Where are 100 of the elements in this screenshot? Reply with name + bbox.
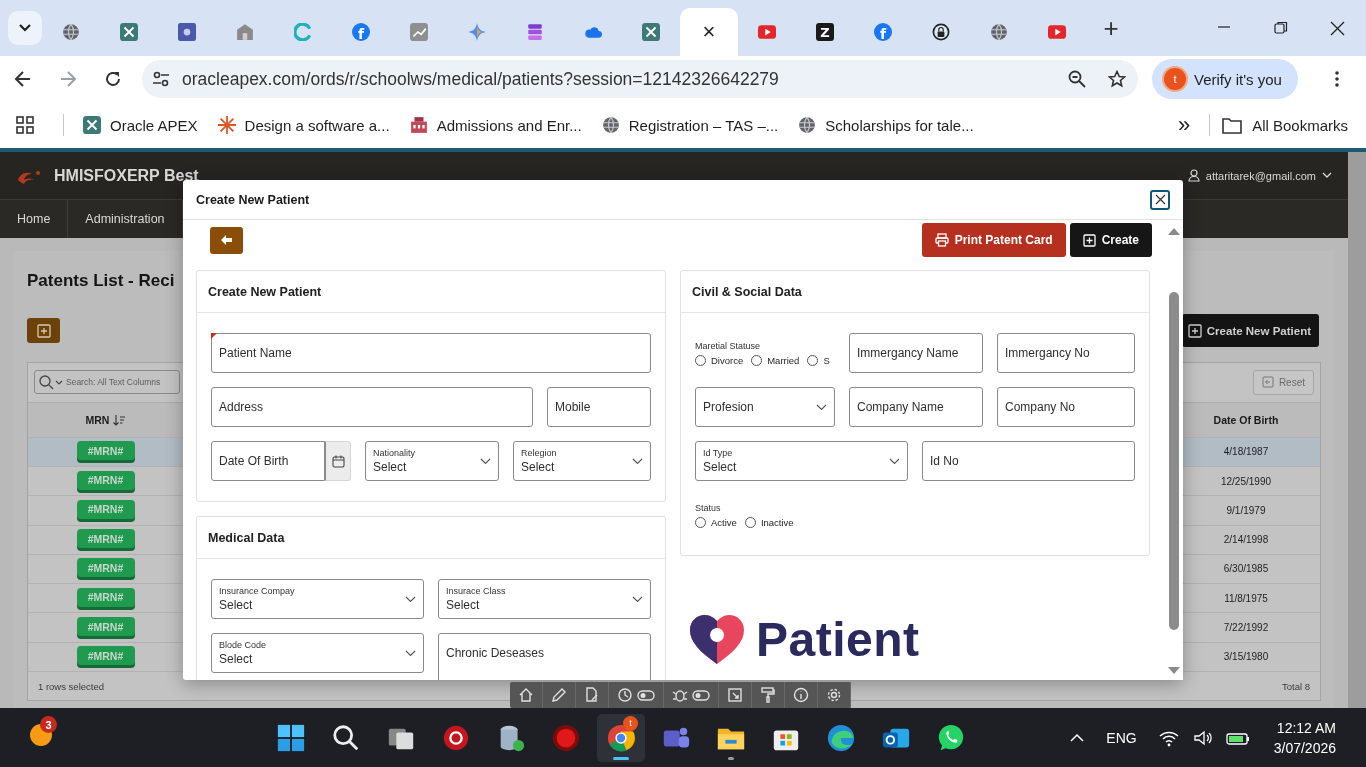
paint-roller-icon[interactable] <box>760 687 776 703</box>
profile-button[interactable]: t Verify it's you <box>1152 59 1298 99</box>
selection-status: 1 rows selected <box>38 680 104 692</box>
globe-icon <box>990 23 1008 41</box>
search-app-icon <box>331 722 361 753</box>
column-header: MRN <box>85 413 110 426</box>
input-field[interactable]: Immergancy No <box>997 333 1135 373</box>
caret-icon <box>816 403 827 411</box>
browser-tab[interactable]: f <box>332 8 390 56</box>
letter-icon: Z <box>816 23 834 41</box>
select-field[interactable]: Profesion <box>695 387 835 427</box>
browser-tab[interactable]: × <box>680 8 738 56</box>
close-button[interactable] <box>1150 189 1170 210</box>
more-bookmarks-button[interactable]: » <box>1159 112 1210 138</box>
home-icon[interactable] <box>518 687 534 703</box>
back-button[interactable] <box>210 226 243 254</box>
browser-tab[interactable]: f <box>854 8 912 56</box>
select-field[interactable]: Relegion Select <box>513 441 651 481</box>
lock-icon <box>932 23 950 41</box>
create-button[interactable]: Create <box>1069 223 1152 257</box>
radio-label: S <box>823 354 830 366</box>
edit-page-icon[interactable] <box>584 687 600 703</box>
scrollbar-thumb[interactable] <box>1169 292 1179 630</box>
globe-icon <box>601 116 620 134</box>
plus-square-icon <box>36 323 51 338</box>
info-icon[interactable] <box>793 687 809 703</box>
bookmark-link[interactable]: Design a software a... <box>217 116 390 134</box>
input-field[interactable]: Patient Name <box>211 333 651 373</box>
input-field[interactable]: Immergancy Name <box>849 333 983 373</box>
user-icon <box>1187 169 1200 182</box>
more-menu-icon <box>1335 71 1339 87</box>
letter-icon: f <box>874 23 892 41</box>
clock-time: 12:12 AM <box>1276 719 1336 736</box>
input-field[interactable]: Date Of Birth <box>211 441 325 481</box>
bookmark-link[interactable]: Registration – TAS –... <box>601 116 779 134</box>
swirl-icon <box>294 23 312 41</box>
bug-icon[interactable] <box>672 687 688 703</box>
address-bar[interactable]: oracleapex.com/ords/r/schoolws/medical/patients?session=12142326642279 <box>142 60 1138 98</box>
card-title: Create New Patient <box>208 284 322 299</box>
input-field[interactable]: Company No <box>997 387 1135 427</box>
chart-icon <box>410 23 428 41</box>
page-title: Patents List - Reci <box>27 270 175 291</box>
print-card-button[interactable]: Print Patent Card <box>921 223 1066 257</box>
create-new-patient-button[interactable]: Create New Patient <box>1181 314 1319 348</box>
bookmark-link[interactable]: Scholarships for tale... <box>798 116 974 134</box>
history-icon[interactable] <box>617 687 633 703</box>
gear-icon[interactable] <box>826 687 842 703</box>
tab-list-button[interactable] <box>8 11 42 45</box>
scroll-down-icon[interactable] <box>1167 666 1181 676</box>
select-field[interactable]: Nationality Select <box>365 441 499 481</box>
taskbar-app[interactable]: t <box>597 713 645 762</box>
radio-label: Divorce <box>711 354 744 366</box>
select-field[interactable]: Insurance Compay Select <box>211 579 424 619</box>
pencil-icon[interactable] <box>551 687 567 703</box>
bookmark-link[interactable]: Admissions and Enr... <box>409 116 582 134</box>
user-menu[interactable]: attaritarek@gmail.com <box>1187 169 1332 182</box>
nav-tab[interactable]: Home <box>0 200 69 238</box>
star-icon <box>1108 70 1126 88</box>
burst-icon <box>217 116 236 134</box>
stack-icon <box>526 23 544 41</box>
reload-icon <box>103 70 122 88</box>
table-cell: 12/25/1990 <box>1220 475 1272 487</box>
card-title: Medical Data <box>208 530 285 545</box>
radio-label: Married <box>767 354 800 366</box>
search-field[interactable]: Search: All Text Columns <box>34 370 180 395</box>
building-icon <box>409 116 428 134</box>
language-indicator: ENG <box>1106 729 1137 746</box>
caret-icon <box>405 595 416 603</box>
input-field[interactable]: Mobile <box>547 387 651 427</box>
calendar-button[interactable] <box>325 441 351 481</box>
select-field[interactable]: Id Type Select <box>695 441 908 481</box>
toggle-icon[interactable] <box>637 689 655 701</box>
edge-app-icon <box>826 722 856 753</box>
tune-icon <box>152 70 170 88</box>
input-field[interactable]: Address <box>211 387 533 427</box>
house-icon <box>236 23 254 41</box>
chevron-down-icon <box>1322 172 1332 179</box>
browser-tab[interactable]: Z <box>796 8 854 56</box>
app-title: HMISFOXERP Best <box>54 166 199 185</box>
add-button[interactable] <box>27 318 60 344</box>
field-label: Status <box>695 502 722 513</box>
export-icon[interactable] <box>727 687 743 703</box>
input-field[interactable]: Company Name <box>849 387 983 427</box>
toggle-icon[interactable] <box>692 689 710 701</box>
cross-square-icon <box>120 23 138 41</box>
text-area[interactable]: Chronic Deseases <box>438 633 651 680</box>
field-label: Maretial Statuse <box>695 340 762 351</box>
table-cell: 2/14/1998 <box>1223 534 1269 546</box>
page-scrollbar[interactable] <box>1348 152 1366 708</box>
new-tab-button[interactable]: + <box>1086 15 1136 41</box>
select-field[interactable]: Blode Code Select <box>211 633 424 673</box>
nav-tab[interactable]: Administration <box>68 200 183 238</box>
bookmark-link[interactable]: Oracle APEX <box>83 116 198 134</box>
input-field[interactable]: Id No <box>922 441 1135 481</box>
sparkle-icon <box>468 23 486 41</box>
scroll-up-icon[interactable] <box>1167 226 1181 236</box>
all-bookmarks-button[interactable]: All Bookmarks <box>1222 116 1348 134</box>
select-field[interactable]: Insurace Class Select <box>438 579 651 619</box>
back-arrow-icon <box>13 70 32 88</box>
caret-icon <box>889 457 900 465</box>
